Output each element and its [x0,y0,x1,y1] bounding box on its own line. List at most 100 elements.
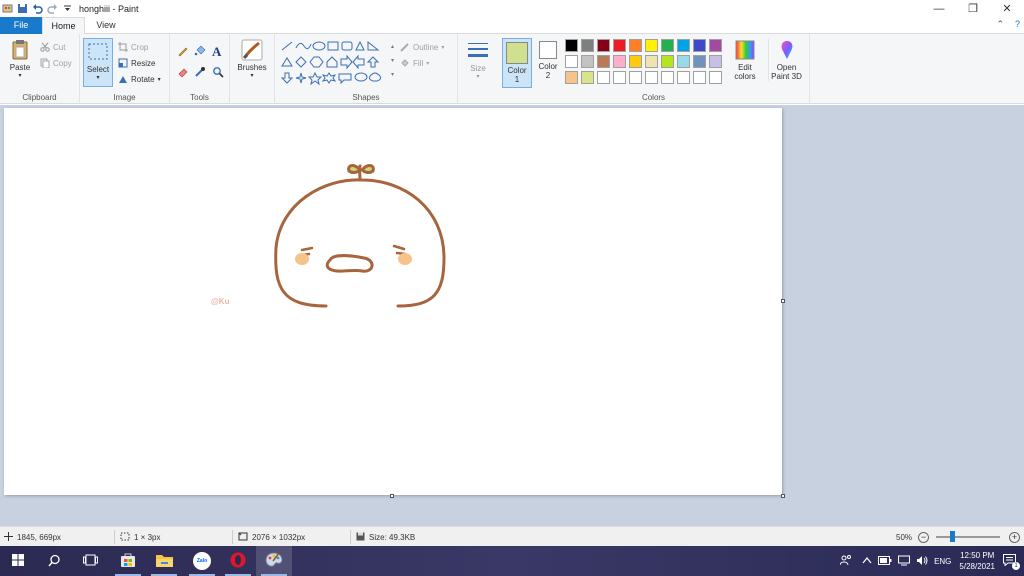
palette-swatch[interactable] [709,71,722,84]
palette-swatch[interactable] [709,39,722,52]
palette-swatch[interactable] [613,39,626,52]
color-picker-icon[interactable] [194,66,206,80]
eraser-icon[interactable] [177,66,189,80]
taskbar-app-store[interactable] [110,546,146,576]
task-view-button[interactable] [72,546,108,576]
collapse-ribbon-icon[interactable]: ⌃ [996,19,1004,30]
palette-swatch[interactable] [661,71,674,84]
taskbar-paint[interactable] [256,546,292,576]
clock[interactable]: 12:50 PM 5/28/2021 [959,550,995,572]
people-icon[interactable] [839,554,852,568]
palette-swatch[interactable] [677,71,690,84]
network-icon[interactable] [898,555,911,568]
brushes-button[interactable]: Brushes ▾ [235,39,269,79]
volume-icon[interactable] [916,555,928,568]
tab-file[interactable]: File [0,17,42,34]
palette-swatch[interactable] [693,39,706,52]
palette-swatch[interactable] [613,55,626,68]
resize-button[interactable]: Resize [118,56,155,70]
open-paint3d-button[interactable]: Open Paint 3D [768,39,804,81]
help-icon[interactable]: ? [1015,19,1020,29]
tab-home[interactable]: Home [42,17,85,35]
cursor-position-text: 1845, 669px [17,532,62,542]
battery-icon[interactable] [878,555,892,567]
paint3d-icon [776,39,798,61]
customize-toolbar-icon[interactable] [62,3,73,14]
tab-view[interactable]: View [85,17,127,34]
resize-handle-bottom[interactable] [390,494,394,498]
palette-swatch[interactable] [629,55,642,68]
color1-button[interactable]: Color 1 [502,38,532,88]
copy-button[interactable]: Copy [40,56,72,70]
size-button[interactable]: Size ▾ [462,40,494,80]
shapes-gallery[interactable] [279,40,389,86]
taskbar-opera[interactable] [220,546,256,576]
taskbar-file-explorer[interactable] [146,546,182,576]
start-button[interactable] [0,546,36,576]
search-button[interactable] [36,546,72,576]
palette-swatch[interactable] [709,55,722,68]
palette-swatch[interactable] [677,39,690,52]
crop-button[interactable]: Crop [118,40,148,54]
show-hidden-icons-icon[interactable] [862,556,872,566]
cut-button[interactable]: Cut [40,40,65,54]
drawing-canvas[interactable]: @Ku [4,108,782,495]
palette-swatch[interactable] [629,39,642,52]
text-tool-icon[interactable]: A [212,44,221,60]
blob-body-outline [274,178,446,308]
palette-swatch[interactable] [565,71,578,84]
palette-swatch[interactable] [613,71,626,84]
palette-swatch[interactable] [581,71,594,84]
redo-icon[interactable] [47,3,58,14]
palette-swatch[interactable] [645,39,658,52]
magnifier-icon[interactable] [212,66,224,80]
undo-icon[interactable] [32,3,43,14]
edit-colors-button[interactable]: Edit colors [733,39,757,81]
color2-button[interactable]: Color 2 [535,41,561,80]
palette-swatch[interactable] [597,71,610,84]
zoom-in-button[interactable]: + [1009,527,1020,547]
save-icon[interactable] [17,3,28,14]
notifications-icon[interactable]: 1 [1003,554,1020,570]
folder-icon [155,553,173,569]
palette-swatch[interactable] [693,71,706,84]
palette-swatch[interactable] [581,55,594,68]
paint-app-icon[interactable] [2,3,13,14]
palette-swatch[interactable] [661,55,674,68]
color-palette [565,39,722,84]
fill-bucket-icon[interactable] [194,45,206,59]
language-indicator[interactable]: ENG [934,557,951,566]
palette-swatch[interactable] [677,55,690,68]
fill-button[interactable]: Fill ▾ [400,56,429,70]
palette-swatch[interactable] [597,55,610,68]
palette-swatch[interactable] [661,39,674,52]
zoom-slider-thumb[interactable] [950,531,955,542]
paste-button[interactable]: Paste ▾ [6,39,34,79]
palette-swatch[interactable] [645,55,658,68]
restore-button[interactable]: ❐ [956,0,990,17]
resize-icon [118,58,128,68]
outline-button[interactable]: Outline ▾ [400,40,444,54]
palette-swatch[interactable] [565,55,578,68]
close-button[interactable]: ✕ [990,0,1024,17]
palette-swatch[interactable] [645,71,658,84]
resize-handle-right[interactable] [781,299,785,303]
resize-handle-corner[interactable] [781,494,785,498]
copy-label: Copy [53,58,72,68]
cursor-position: 1845, 669px [4,527,61,547]
palette-swatch[interactable] [597,39,610,52]
opera-icon [230,552,246,570]
palette-swatch[interactable] [693,55,706,68]
rotate-button[interactable]: Rotate ▾ [118,72,161,86]
select-button[interactable]: Select ▾ [83,38,113,87]
palette-swatch[interactable] [629,71,642,84]
zoom-out-button[interactable]: − [918,527,929,547]
zoom-slider-track[interactable] [936,536,1000,538]
taskbar-zalo[interactable]: Zalo [184,546,220,576]
palette-swatch[interactable] [565,39,578,52]
palette-swatch[interactable] [581,39,594,52]
minimize-button[interactable]: — [922,0,956,17]
shapes-scroll[interactable]: ▴ ▾ ▾ [391,40,394,82]
ribbon-tabs: File Home View ⌃ ? [0,17,1024,35]
pencil-icon[interactable] [177,45,189,59]
